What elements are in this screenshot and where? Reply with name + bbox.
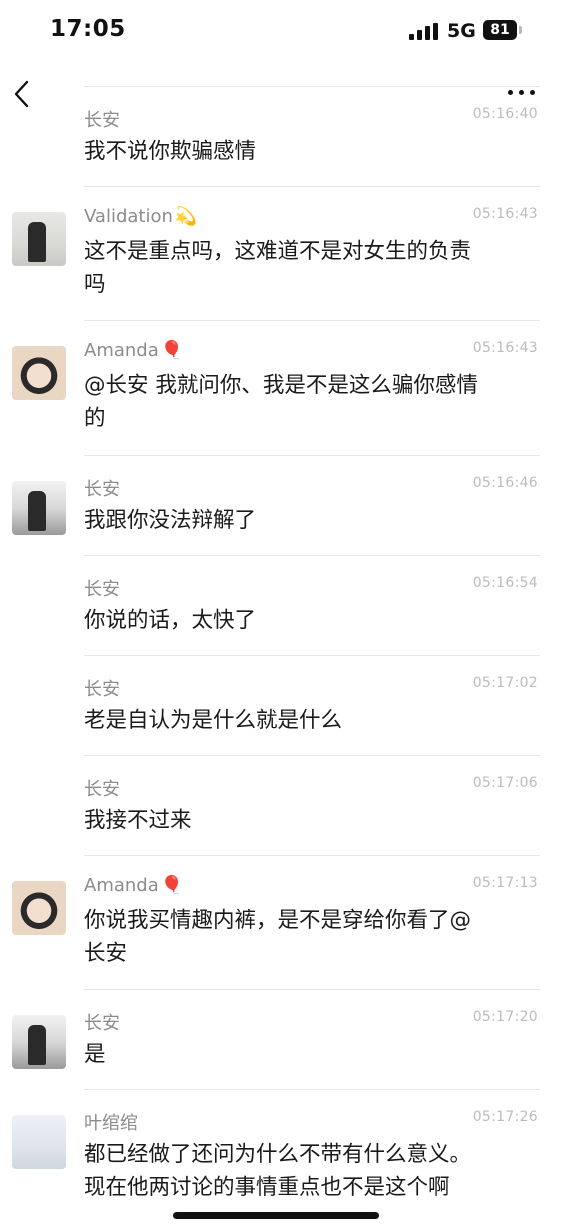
battery-level: 81 [490, 22, 510, 38]
message-timestamp: 05:16:40 [472, 106, 538, 122]
back-button[interactable] [8, 76, 38, 112]
message-line: 我接不过来 [84, 808, 192, 833]
sender-name-text: 长安 [84, 779, 120, 800]
sender-name-text: 长安 [84, 679, 120, 700]
sender-name[interactable]: Amanda 🎈 [84, 875, 183, 896]
sender-name-text: 长安 [84, 579, 120, 600]
network-type: 5G [447, 20, 476, 42]
message-divider [84, 989, 540, 990]
message-divider [84, 555, 540, 556]
message-line: 都已经做了还问为什么不带有什么意义。 [84, 1142, 472, 1167]
sender-name-text: 长安 [84, 479, 120, 500]
sender-name[interactable]: 长安 [84, 475, 120, 501]
message-line: 这不是重点吗，这难道不是对女生的负责 [84, 239, 472, 264]
message-divider [84, 186, 540, 187]
avatar-figure [28, 491, 46, 531]
sender-name-text: Amanda [84, 875, 159, 896]
sender-name-text: Validation [84, 206, 173, 227]
message-text[interactable]: 是 [84, 1038, 524, 1071]
message-text[interactable]: 你说我买情趣内裤，是不是穿给你看了@ 长安 [84, 904, 524, 970]
home-indicator[interactable] [173, 1212, 379, 1219]
avatar-figure [28, 1025, 46, 1065]
sender-name[interactable]: 长安 [84, 775, 120, 801]
chevron-left-icon [14, 80, 29, 108]
message-text[interactable]: 这不是重点吗，这难道不是对女生的负责吗 [84, 235, 524, 301]
message-line: 我不说你欺骗感情 [84, 139, 257, 164]
sender-name-text: 长安 [84, 1013, 120, 1034]
message-divider [84, 320, 540, 321]
message-line: 你说的话，太快了 [84, 608, 257, 633]
message-divider [84, 86, 540, 87]
message-timestamp: 05:17:06 [472, 775, 538, 791]
message-timestamp: 05:17:02 [472, 675, 538, 691]
battery-icon: 81 [483, 20, 517, 40]
more-dots-icon [508, 90, 513, 95]
sender-name[interactable]: 长安 [84, 1009, 120, 1035]
message-divider [84, 755, 540, 756]
message-text[interactable]: 我接不过来 [84, 804, 524, 837]
cellular-signal-icon [409, 23, 439, 40]
avatar-figure [28, 222, 46, 262]
message-line: 长安 [84, 941, 128, 966]
sender-name[interactable]: 叶绾绾 [84, 1109, 138, 1135]
message-line: 你说我买情趣内裤，是不是穿给你看了@ [84, 908, 472, 933]
sender-name-text: 长安 [84, 110, 120, 131]
avatar[interactable] [12, 346, 66, 400]
message-divider [84, 655, 540, 656]
message-timestamp: 05:16:43 [472, 206, 538, 222]
message-text[interactable]: 我跟你没法辩解了 [84, 504, 524, 537]
message-timestamp: 05:17:26 [472, 1109, 538, 1125]
sender-name[interactable]: 长安 [84, 575, 120, 601]
sender-emoji: 💫 [174, 206, 198, 227]
avatar[interactable] [12, 212, 66, 266]
message-line: 我跟你没法辩解了 [84, 508, 257, 533]
status-time: 17:05 [50, 16, 126, 42]
sender-emoji: 🎈 [160, 340, 184, 361]
message-timestamp: 05:16:43 [472, 340, 538, 356]
message-timestamp: 05:17:13 [472, 875, 538, 891]
avatar[interactable] [12, 481, 66, 535]
battery-cap [519, 26, 522, 34]
avatar[interactable] [12, 1015, 66, 1069]
message-text[interactable]: 我不说你欺骗感情 [84, 135, 524, 168]
message-line: 吗 [84, 272, 106, 297]
message-divider [84, 455, 540, 456]
sender-name-text: 叶绾绾 [84, 1113, 138, 1134]
message-line: 的 [84, 406, 106, 431]
message-timestamp: 05:16:46 [472, 475, 538, 491]
message-divider [84, 1089, 540, 1090]
message-line: 是 [84, 1042, 106, 1067]
message-timestamp: 05:17:20 [472, 1009, 538, 1025]
sender-name[interactable]: Amanda 🎈 [84, 340, 183, 361]
sender-name[interactable]: Validation 💫 [84, 206, 197, 227]
message-line: 现在他两讨论的事情重点也不是这个啊 [84, 1175, 450, 1200]
message-divider [84, 855, 540, 856]
avatar[interactable] [12, 881, 66, 935]
status-bar: 17:05 5G 81 [0, 0, 561, 64]
sender-name[interactable]: 长安 [84, 675, 120, 701]
message-timestamp: 05:16:54 [472, 575, 538, 591]
sender-name-text: Amanda [84, 340, 159, 361]
message-line: 老是自认为是什么就是什么 [84, 708, 343, 733]
message-text[interactable]: 你说的话，太快了 [84, 604, 524, 637]
message-text[interactable]: 都已经做了还问为什么不带有什么意义。 现在他两讨论的事情重点也不是这个啊 [84, 1138, 524, 1204]
message-text[interactable]: 老是自认为是什么就是什么 [84, 704, 524, 737]
message-text[interactable]: @长安 我就问你、我是不是这么骗你感情的 [84, 369, 524, 435]
avatar[interactable] [12, 1115, 66, 1169]
sender-name[interactable]: 长安 [84, 106, 120, 132]
sender-emoji: 🎈 [160, 875, 184, 896]
message-line: @长安 我就问你、我是不是这么骗你感情 [84, 373, 478, 398]
